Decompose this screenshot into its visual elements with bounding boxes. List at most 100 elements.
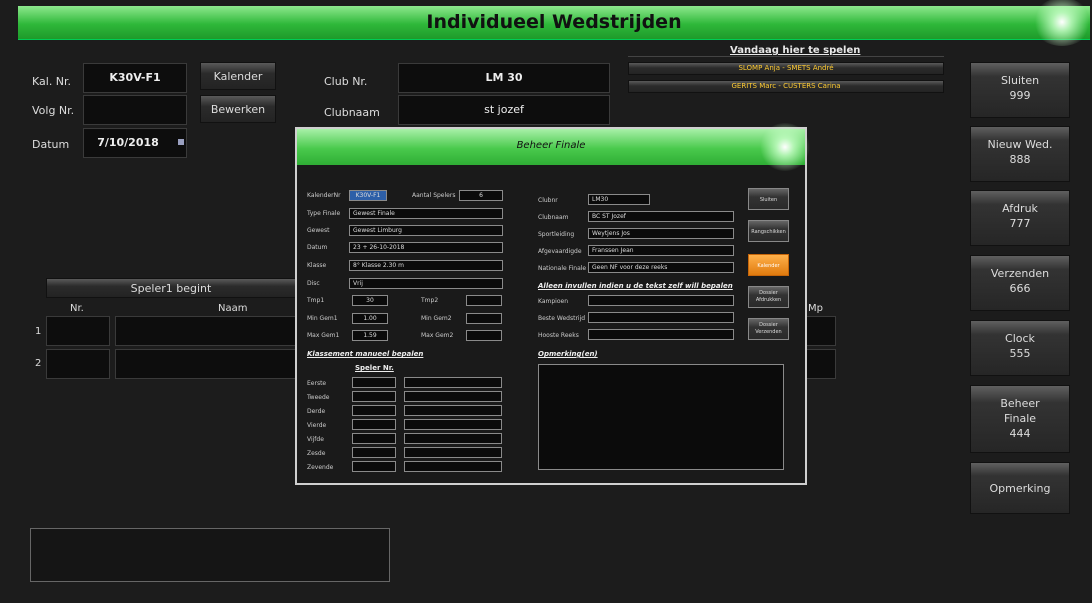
disc-field[interactable]: Vrij (349, 278, 503, 289)
datum-field[interactable]: 7/10/2018 (83, 128, 187, 158)
min-gem2-label: Min Gem2 (421, 315, 452, 322)
nationale-finale-field[interactable]: Geen NF voor deze reeks (588, 262, 734, 273)
speler-begint-button[interactable]: Speler1 begint (46, 278, 296, 298)
max-gem1-label: Max Gem1 (307, 332, 340, 339)
beheer-finale-button[interactable]: Beheer Finale 444 (970, 385, 1070, 453)
klassement-tweede-nr[interactable] (352, 391, 396, 402)
min-gem2-field[interactable] (466, 313, 502, 324)
opmerkingen-textarea[interactable] (538, 364, 784, 470)
modal-kalender-button[interactable]: Kalender (748, 254, 789, 276)
nieuw-wed-button[interactable]: Nieuw Wed. 888 (970, 126, 1070, 182)
kalender-button[interactable]: Kalender (200, 62, 276, 90)
row-2-nr-field[interactable] (46, 349, 110, 379)
max-gem2-field[interactable] (466, 330, 502, 341)
klassement-vierde-nr[interactable] (352, 419, 396, 430)
rangschikken-button[interactable]: Rangschikken (748, 220, 789, 242)
volg-nr-field[interactable] (83, 95, 187, 125)
tmp1-label: Tmp1 (307, 297, 325, 304)
glow-decoration (1032, 0, 1092, 46)
dossier-afdrukken-button[interactable]: Dossier Afdrukken (748, 286, 789, 308)
klassement-title: Klassement manueel bepalen (307, 350, 424, 358)
klassement-vijfde-nr[interactable] (352, 433, 396, 444)
klassement-zevende-label: Zevende (307, 464, 334, 471)
gewest-label: Gewest (307, 227, 330, 234)
message-box (30, 528, 390, 582)
hooste-reeks-field[interactable] (588, 329, 734, 340)
nieuw-wed-code: 888 (1009, 153, 1031, 166)
klassement-derde-name[interactable] (404, 405, 502, 416)
datum-label: Datum (32, 138, 70, 151)
row-2-naam-field[interactable] (115, 349, 297, 379)
today-match-1[interactable]: SLOMP Anja - SMETS André (628, 62, 944, 75)
aantal-spelers-label: Aantal Spelers (412, 192, 456, 199)
aantal-spelers-field[interactable]: 6 (459, 190, 503, 201)
klasse-field[interactable]: 8° Klasse 2.30 m (349, 260, 503, 271)
alleen-invullen-title: Alleen invullen indien u de tekst zelf w… (538, 282, 733, 290)
klassement-eerste-name[interactable] (404, 377, 502, 388)
row-1-mp-field[interactable] (804, 316, 836, 346)
kampioen-field[interactable] (588, 295, 734, 306)
modal-sluiten-button[interactable]: Sluiten (748, 188, 789, 210)
verzenden-code: 666 (1009, 282, 1031, 295)
clubnaam-field[interactable]: st jozef (398, 95, 610, 125)
klassement-vierde-name[interactable] (404, 419, 502, 430)
kal-nr-label: Kal. Nr. (32, 75, 72, 88)
bewerken-button[interactable]: Bewerken (200, 95, 276, 123)
clock-code: 555 (1009, 347, 1031, 360)
max-gem1-field[interactable]: 1.59 (352, 330, 388, 341)
verzenden-button[interactable]: Verzenden 666 (970, 255, 1070, 311)
opmerking-button[interactable]: Opmerking (970, 462, 1070, 514)
min-gem1-field[interactable]: 1.00 (352, 313, 388, 324)
type-finale-field[interactable]: Gewest Finale (349, 208, 503, 219)
sportleiding-field[interactable]: Weytjens Jos (588, 228, 734, 239)
beheer-finale-dialog: Beheer Finale KalenderNr K30V-F1 Aantal … (295, 123, 811, 485)
volg-nr-label: Volg Nr. (32, 104, 75, 117)
clubnr-field[interactable]: LM30 (588, 194, 650, 205)
row-2-mp-field[interactable] (804, 349, 836, 379)
date-picker-icon[interactable] (178, 139, 184, 145)
afdruk-code: 777 (1009, 217, 1031, 230)
klassement-zesde-name[interactable] (404, 447, 502, 458)
speler-nr-header: Speler Nr. (355, 364, 394, 372)
type-finale-label: Type Finale (307, 210, 341, 217)
row-1-nr-field[interactable] (46, 316, 110, 346)
klassement-eerste-nr[interactable] (352, 377, 396, 388)
klassement-tweede-name[interactable] (404, 391, 502, 402)
min-gem1-label: Min Gem1 (307, 315, 338, 322)
col-naam-header: Naam (218, 303, 248, 314)
datum-modal-field[interactable]: 23 + 26-10-2018 (349, 242, 503, 253)
today-title: Vandaag hier te spelen (730, 45, 861, 56)
afgevaardigde-field[interactable]: Franssen Jean (588, 245, 734, 256)
klassement-vijfde-name[interactable] (404, 433, 502, 444)
kal-nr-field[interactable]: K30V-F1 (83, 63, 187, 93)
sluiten-side-button[interactable]: Sluiten 999 (970, 62, 1070, 118)
dossier-verzenden-button[interactable]: Dossier Verzenden (748, 318, 789, 340)
klassement-zesde-nr[interactable] (352, 447, 396, 458)
afdruk-button[interactable]: Afdruk 777 (970, 190, 1070, 246)
klassement-zevende-nr[interactable] (352, 461, 396, 472)
kalendernr-label: KalenderNr (307, 192, 341, 199)
tmp1-field[interactable]: 30 (352, 295, 388, 306)
klassement-zevende-name[interactable] (404, 461, 502, 472)
club-nr-field[interactable]: LM 30 (398, 63, 610, 93)
window-title: Individueel Wedstrijden (426, 11, 682, 33)
clock-button[interactable]: Clock 555 (970, 320, 1070, 376)
clock-label: Clock (1005, 332, 1035, 345)
col-mp-header: Mp (808, 303, 823, 314)
col-nr-header: Nr. (70, 303, 84, 314)
sluiten-code: 999 (1009, 89, 1031, 102)
gewest-field[interactable]: Gewest Limburg (349, 225, 503, 236)
klassement-derde-nr[interactable] (352, 405, 396, 416)
kalendernr-field[interactable]: K30V-F1 (349, 190, 387, 201)
beste-wedstrijd-field[interactable] (588, 312, 734, 323)
today-match-2[interactable]: GERITS Marc - CUSTERS Carina (628, 80, 944, 93)
tmp2-field[interactable] (466, 295, 502, 306)
klassement-derde-label: Derde (307, 408, 326, 415)
clubnaam-label: Clubnaam (324, 106, 380, 119)
row-1-naam-field[interactable] (115, 316, 297, 346)
nationale-finale-label: Nationale Finale (538, 265, 587, 272)
klassement-eerste-label: Eerste (307, 380, 327, 387)
clubnaam-modal-field[interactable]: BC ST Jozef (588, 211, 734, 222)
beheer-finale-label: Beheer Finale (1000, 397, 1040, 425)
beste-wedstrijd-label: Beste Wedstrijd (538, 315, 586, 322)
